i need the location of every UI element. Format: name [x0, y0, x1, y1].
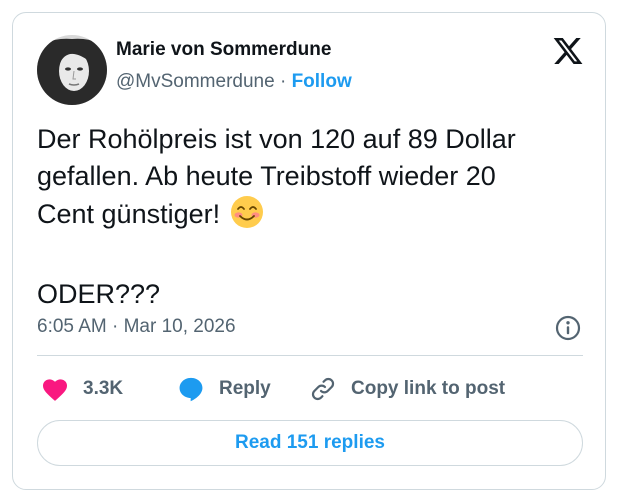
post-text-line: Cent günstiger!: [37, 195, 597, 239]
post-text-line: gefallen. Ab heute Treibstoff wieder 20: [37, 161, 496, 191]
x-logo-icon[interactable]: [552, 35, 584, 67]
author-handle-row: @MvSommerdune · Follow: [116, 71, 352, 93]
author-name[interactable]: Marie von Sommerdune: [116, 39, 331, 61]
copy-link-label: Copy link to post: [351, 378, 506, 399]
author-handle[interactable]: @MvSommerdune: [116, 71, 275, 92]
like-button[interactable]: 3.3K: [41, 375, 123, 403]
follow-button[interactable]: Follow: [292, 71, 352, 92]
read-replies-button[interactable]: Read 151 replies: [37, 420, 583, 466]
info-icon[interactable]: [554, 314, 582, 342]
post-text: Der Rohölpreis ist von 120 auf 89 Dollar…: [37, 121, 597, 313]
emoji-icon: [230, 195, 264, 239]
reply-label: Reply: [219, 378, 271, 399]
post-text-line: Der Rohölpreis ist von 120 auf 89 Dollar: [37, 124, 516, 154]
separator-dot: ·: [279, 71, 287, 92]
post-text-line: ODER???: [37, 279, 161, 309]
reply-bubble-icon: [179, 377, 203, 402]
link-icon: [311, 377, 335, 401]
post-card: Marie von Sommerdune @MvSommerdune · Fol…: [12, 12, 606, 490]
avatar[interactable]: [37, 35, 107, 105]
copy-link-button[interactable]: Copy link to post: [309, 375, 505, 403]
reply-button[interactable]: Reply: [177, 375, 271, 403]
post-timestamp[interactable]: 6:05 AM · Mar 10, 2026: [37, 316, 236, 338]
post-text-segment: Cent günstiger!: [37, 199, 221, 229]
like-count: 3.3K: [83, 378, 124, 399]
heart-icon: [42, 379, 68, 401]
divider: [37, 355, 583, 356]
